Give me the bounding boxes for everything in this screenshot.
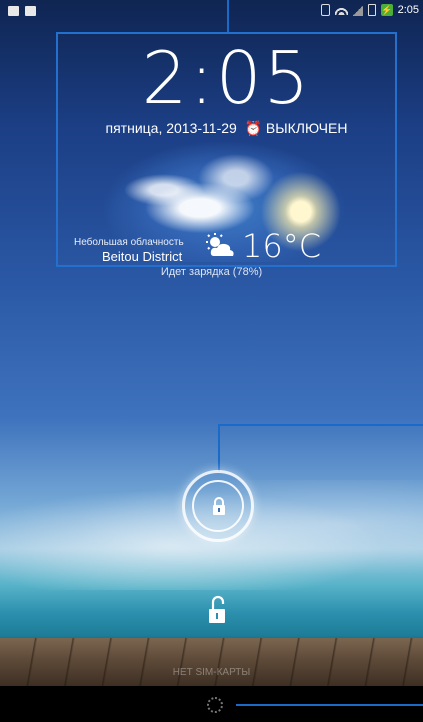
status-bar-time: 2:05 — [397, 4, 419, 16]
callout-line-top — [227, 0, 229, 32]
no-sim-text: НЕТ SIM-КАРТЫ — [172, 667, 251, 678]
alarm-status: ВЫКЛЮЧЕН — [265, 120, 348, 136]
weather-condition: Небольшая облачность — [74, 237, 184, 248]
status-bar-left — [8, 6, 36, 16]
callout-line-bottom — [236, 704, 423, 706]
charging-status: Идет зарядка (78%) — [160, 266, 263, 278]
status-bar: ⚡ 2:05 — [0, 0, 423, 24]
date-text: пятница, 2013-11-29 — [105, 120, 237, 136]
image-icon — [25, 6, 36, 16]
battery-icon — [367, 4, 376, 16]
charging-icon: ⚡ — [380, 4, 393, 16]
vibrate-icon — [320, 4, 330, 16]
clock-weather-widget[interactable]: 2:05 пятница, 2013-11-29 ⏰ ВЫКЛЮЧЕН Небо… — [56, 32, 397, 267]
background-wood-deck — [0, 638, 423, 686]
temperature: 16°C — [242, 227, 322, 265]
wifi-icon — [334, 5, 348, 15]
sd-card-icon — [8, 6, 19, 16]
date-alarm-line: пятница, 2013-11-29 ⏰ ВЫКЛЮЧЕН — [58, 120, 395, 137]
callout-line-ring-vertical — [218, 424, 220, 472]
city-name: Beitou District — [102, 249, 183, 264]
signal-icon — [352, 4, 363, 16]
callout-line-ring-horizontal — [218, 424, 423, 426]
partly-cloudy-icon — [206, 233, 234, 256]
alarm-icon: ⏰ — [240, 120, 263, 136]
loading-spinner-icon — [207, 697, 223, 713]
clock-time: 2:05 — [141, 36, 312, 120]
status-bar-right: ⚡ 2:05 — [320, 4, 419, 16]
unlock-icon[interactable] — [207, 595, 227, 625]
lock-icon[interactable] — [211, 497, 227, 515]
